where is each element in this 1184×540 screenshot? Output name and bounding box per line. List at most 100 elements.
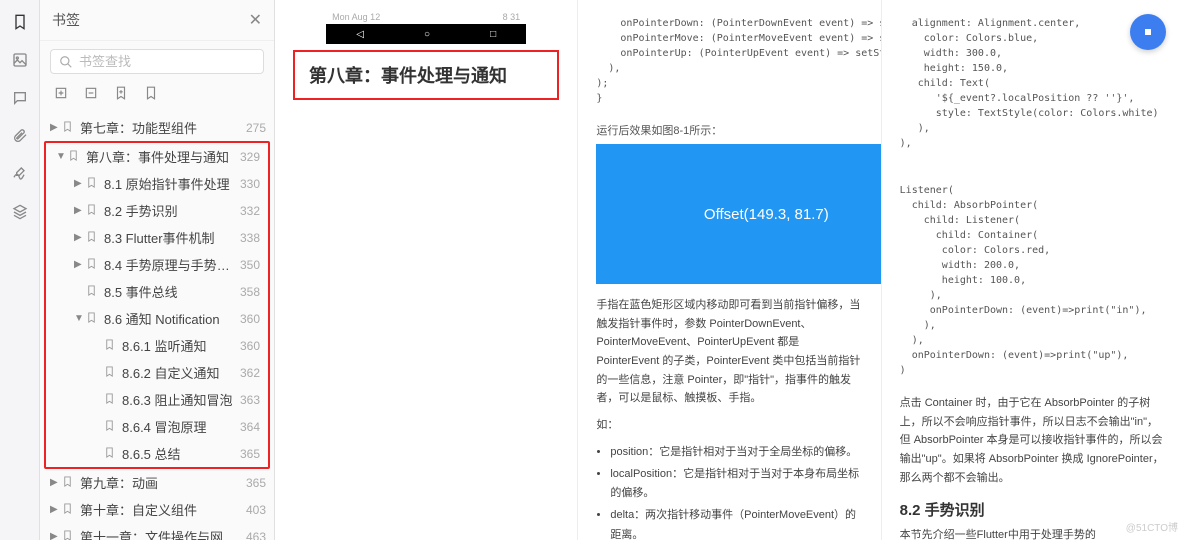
tree-item-page: 358 [240, 285, 260, 299]
bookmark-item-icon [62, 121, 76, 135]
tree-item-page: 360 [240, 312, 260, 326]
layers-icon[interactable] [10, 202, 30, 222]
bookmark-tree: ▶ 第七章：功能型组件 275 ▼ 第八章：事件处理与通知 329 ▶8.1 原始指针事件处… [40, 110, 274, 540]
search-input-wrap[interactable] [50, 49, 264, 74]
bookmark-item-icon [86, 231, 100, 245]
bookmark-item-icon [86, 258, 100, 272]
tree-item-page: 330 [240, 177, 260, 191]
bullet-item: delta：两次指针移动事件（PointerMoveEvent）的距离。 [610, 506, 862, 540]
tree-item-label: 第九章：动画 [80, 473, 242, 492]
tree-item-page: 360 [240, 339, 260, 353]
nav-back-icon: ◁ [356, 29, 364, 40]
tree-item[interactable]: 8.6.5 总结 365 [46, 440, 268, 467]
left-rail [0, 0, 40, 540]
bookmark-item-icon [62, 530, 76, 540]
bookmark-item-icon [62, 503, 76, 517]
sidebar-title: 书签 [52, 10, 249, 30]
tree-item-page: 365 [240, 447, 260, 461]
tree-item-page: 329 [240, 150, 260, 164]
tree-item[interactable]: ▶ 8.3 Flutter事件机制 338 [46, 224, 268, 251]
tree-item[interactable]: ▼ 第八章：事件处理与通知 329 [46, 143, 268, 170]
phone-statusbar: Mon Aug 12 8 31 [326, 10, 526, 24]
bookmark-item-icon [104, 339, 118, 353]
tree-item-page: 338 [240, 231, 260, 245]
tree-item-label: 第十章：自定义组件 [80, 500, 242, 519]
bookmark-item-icon [86, 285, 100, 299]
tree-arrow-icon: ▶ [50, 477, 60, 488]
bullet-item: position：它是指针相对于当对于全局坐标的偏移。 [610, 443, 862, 463]
tree-item[interactable]: ▶ 第七章：功能型组件 275 [40, 114, 274, 141]
image-icon[interactable] [10, 50, 30, 70]
search-input[interactable] [79, 54, 255, 69]
tree-item[interactable]: ▶第九章：动画365 [40, 469, 274, 496]
bookmark-item-icon [62, 476, 76, 490]
collapse-all-icon[interactable] [84, 86, 100, 102]
tree-arrow-icon: ▶ [74, 178, 84, 189]
phone-navbar: ◁ ○ □ [326, 24, 526, 44]
tree-item[interactable]: 8.5 事件总线 358 [46, 278, 268, 305]
tree-arrow-icon: ▶ [50, 531, 60, 540]
tree-item-label: 第十一章：文件操作与网络请求 [80, 527, 242, 540]
tree-item-page: 403 [246, 503, 266, 517]
chat-icon[interactable] [10, 88, 30, 108]
tree-item-page: 362 [240, 366, 260, 380]
tree-item[interactable]: ▶ 第十一章：文件操作与网络请求 463 [40, 523, 274, 540]
statusbar-date: Mon Aug 12 [332, 12, 380, 22]
tree-item-label: 8.6.2 自定义通知 [122, 363, 236, 382]
tree-arrow-icon: ▼ [56, 151, 66, 162]
close-icon[interactable]: ✕ [249, 10, 262, 30]
expand-all-icon[interactable] [54, 86, 70, 102]
tree-item[interactable]: 8.6.3 阻止通知冒泡363 [46, 386, 268, 413]
tree-item[interactable]: ▶8.4 手势原理与手势冲突350 [46, 251, 268, 278]
tree-item[interactable]: ▶ 第十章：自定义组件 403 [40, 496, 274, 523]
bookmark-item-icon [68, 150, 82, 164]
tree-arrow-icon: ▶ [74, 232, 84, 243]
bullet-list: position：它是指针相对于当对于全局坐标的偏移。localPosition… [596, 443, 862, 540]
bookmark-item-icon [104, 420, 118, 434]
tree-item-label: 8.2 手势识别 [104, 201, 236, 220]
statusbar-time: 8 31 [503, 12, 521, 22]
page-column-1: Mon Aug 12 8 31 ◁ ○ □ 第八章：事件处理与通知 [275, 0, 578, 540]
tree-item-label: 第七章：功能型组件 [80, 118, 242, 137]
floating-action-button[interactable] [1130, 14, 1166, 50]
tree-item-label: 8.5 事件总线 [104, 282, 236, 301]
tree-arrow-icon: ▶ [50, 504, 60, 515]
tree-item-label: 8.6.1 监听通知 [122, 336, 236, 355]
tree-item[interactable]: 8.6.4 冒泡原理364 [46, 413, 268, 440]
paragraph: 手指在蓝色矩形区域内移动即可看到当前指针偏移，当触发指针事件时，参数 Point… [596, 296, 862, 408]
tree-item[interactable]: ▶8.1 原始指针事件处理330 [46, 170, 268, 197]
bookmark-item-icon [86, 177, 100, 191]
code-block: onPointerDown: (PointerDownEvent event) … [596, 10, 862, 112]
tree-item-page: 363 [240, 393, 260, 407]
tree-item-label: 8.6 通知 Notification [104, 309, 236, 328]
tree-arrow-icon: ▶ [50, 122, 60, 133]
offset-text: Offset(149.3, 81.7) [704, 206, 829, 223]
nav-home-icon: ○ [424, 29, 430, 40]
bookmark-item-icon [104, 366, 118, 380]
attachment-icon[interactable] [10, 126, 30, 146]
caption-text: 运行后效果如图8-1所示： [596, 122, 862, 138]
tree-item-label: 8.6.5 总结 [122, 444, 236, 463]
add-bookmark-icon[interactable] [114, 86, 130, 102]
bookmark-item-icon [86, 312, 100, 326]
tree-item[interactable]: 8.6.2 自定义通知 362 [46, 359, 268, 386]
bookmark-outline-icon[interactable] [144, 86, 160, 102]
bookmark-item-icon [86, 204, 100, 218]
tree-item-label: 第八章：事件处理与通知 [86, 147, 236, 166]
tree-item-page: 275 [246, 121, 266, 135]
tree-item-page: 364 [240, 420, 260, 434]
tree-item-label: 8.4 手势原理与手势冲突 [104, 255, 236, 274]
bookmark-toolbar [40, 82, 274, 110]
watermark: @51CTO博 [1126, 519, 1178, 534]
tree-item-page: 350 [240, 258, 260, 272]
bookmark-icon[interactable] [10, 12, 30, 32]
tree-item[interactable]: 8.6.1 监听通知 360 [46, 332, 268, 359]
signature-icon[interactable] [10, 164, 30, 184]
bullet-item: localPosition：它是指针相对于当对于本身布局坐标的偏移。 [610, 465, 862, 505]
tree-item-page: 332 [240, 204, 260, 218]
tree-item-page: 463 [246, 530, 266, 540]
tree-item-label: 8.3 Flutter事件机制 [104, 228, 236, 247]
tree-item[interactable]: ▶8.2 手势识别332 [46, 197, 268, 224]
tree-item[interactable]: ▼8.6 通知 Notification360 [46, 305, 268, 332]
bookmark-item-icon [104, 447, 118, 461]
